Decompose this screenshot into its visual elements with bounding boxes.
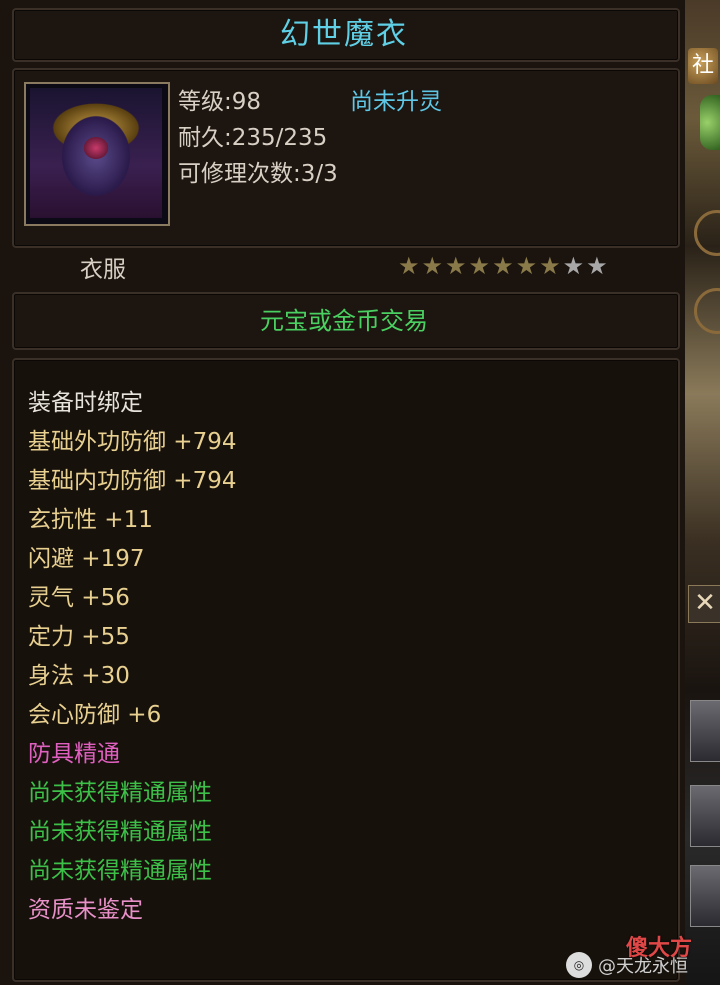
green-orb-icon[interactable] <box>700 95 720 150</box>
portrait-thumbnail[interactable] <box>690 785 720 847</box>
item-repair-count: 可修理次数:3/3 <box>178 161 338 187</box>
portrait-thumbnail[interactable] <box>690 865 720 927</box>
attr-internal-defense: 基础内功防御 +794 <box>28 468 237 494</box>
star-filled-icon: ★ <box>445 252 467 280</box>
item-level: 等级:98 <box>178 89 262 115</box>
attr-xuan-resistance: 玄抗性 +11 <box>28 507 153 533</box>
attr-crit-defense: 会心防御 +6 <box>28 702 162 728</box>
close-button[interactable]: ✕ <box>688 585 720 623</box>
item-durability: 耐久:235/235 <box>178 125 328 151</box>
portrait-thumbnail[interactable] <box>690 700 720 762</box>
armor-mastery-title: 防具精通 <box>28 741 120 767</box>
armor-icon <box>30 88 162 218</box>
trade-method: 元宝或金币交易 <box>260 307 428 335</box>
quality-unidentified: 资质未鉴定 <box>28 897 143 923</box>
star-filled-icon: ★ <box>421 252 444 280</box>
item-name: 幻世魔衣 <box>280 17 408 52</box>
attr-lingqi: 灵气 +56 <box>28 585 130 611</box>
mastery-slot-3: 尚未获得精通属性 <box>28 858 212 884</box>
spirit-status: 尚未升灵 <box>350 89 442 115</box>
watermark-icon: ◎ <box>566 952 592 978</box>
star-rating: ★ ★ ★ ★ ★ ★ ★ ★ ★ <box>398 252 608 280</box>
star-filled-icon: ★ <box>515 252 538 280</box>
attr-dodge: 闪避 +197 <box>28 546 145 572</box>
attr-external-defense: 基础外功防御 +794 <box>28 429 237 455</box>
mastery-slot-2: 尚未获得精通属性 <box>28 819 212 845</box>
star-filled-icon: ★ <box>539 252 561 280</box>
star-empty-icon: ★ <box>562 252 585 280</box>
bind-on-equip: 装备时绑定 <box>28 390 143 416</box>
star-filled-icon: ★ <box>468 252 491 280</box>
mastery-slot-1: 尚未获得精通属性 <box>28 780 212 806</box>
attr-shenfa: 身法 +30 <box>28 663 130 689</box>
watermark-logo: 傻大方 <box>626 936 693 961</box>
star-filled-icon: ★ <box>398 252 420 280</box>
attr-dingli: 定力 +55 <box>28 624 130 650</box>
item-category: 衣服 <box>80 257 126 283</box>
star-filled-icon: ★ <box>492 252 514 280</box>
star-empty-icon: ★ <box>586 252 608 280</box>
guild-badge-icon[interactable]: 社 <box>688 48 718 84</box>
